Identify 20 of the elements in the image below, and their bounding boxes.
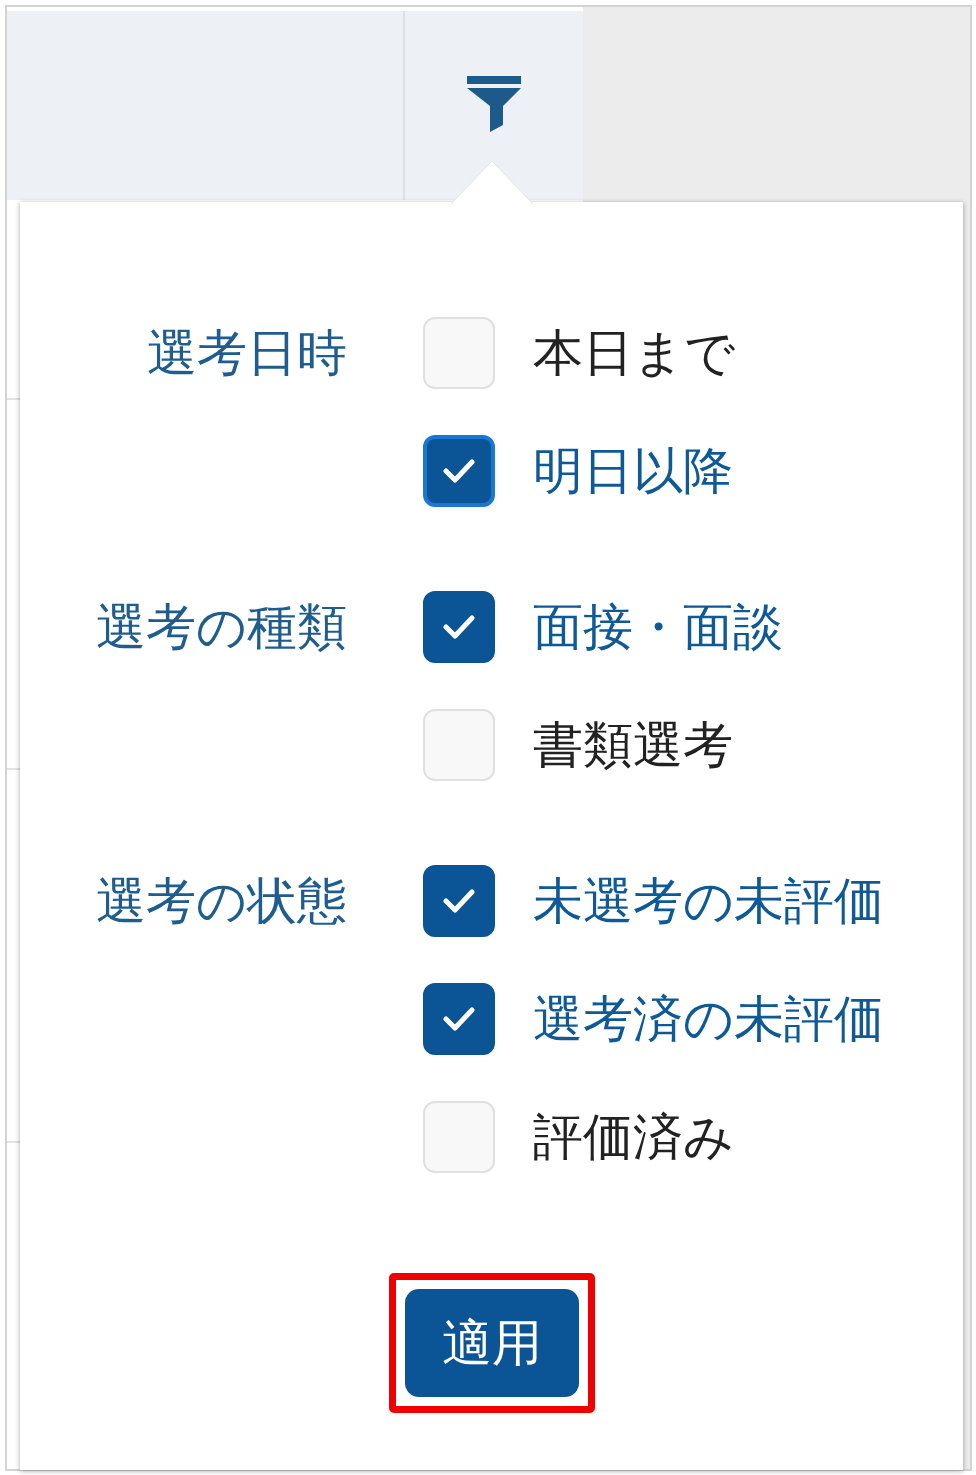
option-label: 面接・面談 — [533, 597, 783, 658]
checkbox[interactable] — [423, 435, 495, 507]
apply-button[interactable]: 適用 — [404, 1289, 579, 1397]
filter-icon[interactable] — [467, 76, 521, 132]
section-label: 選考日時 — [147, 323, 347, 384]
checkmark-icon — [443, 889, 475, 913]
checkmark-icon — [443, 615, 475, 639]
checkbox[interactable] — [423, 865, 495, 937]
checkbox[interactable] — [423, 983, 495, 1055]
option-label: 選考済の未評価 — [533, 989, 884, 1050]
option-label: 未選考の未評価 — [533, 871, 884, 932]
section-label: 選考の種類 — [96, 597, 347, 658]
option-label: 明日以降 — [533, 441, 733, 502]
checkmark-icon — [443, 1007, 475, 1031]
option-label: 書類選考 — [533, 715, 733, 776]
option-label: 本日まで — [533, 323, 735, 384]
option-label: 評価済み — [533, 1107, 734, 1168]
checkmark-icon — [443, 459, 475, 483]
checkbox[interactable] — [423, 591, 495, 663]
section-label: 選考の状態 — [96, 871, 347, 932]
